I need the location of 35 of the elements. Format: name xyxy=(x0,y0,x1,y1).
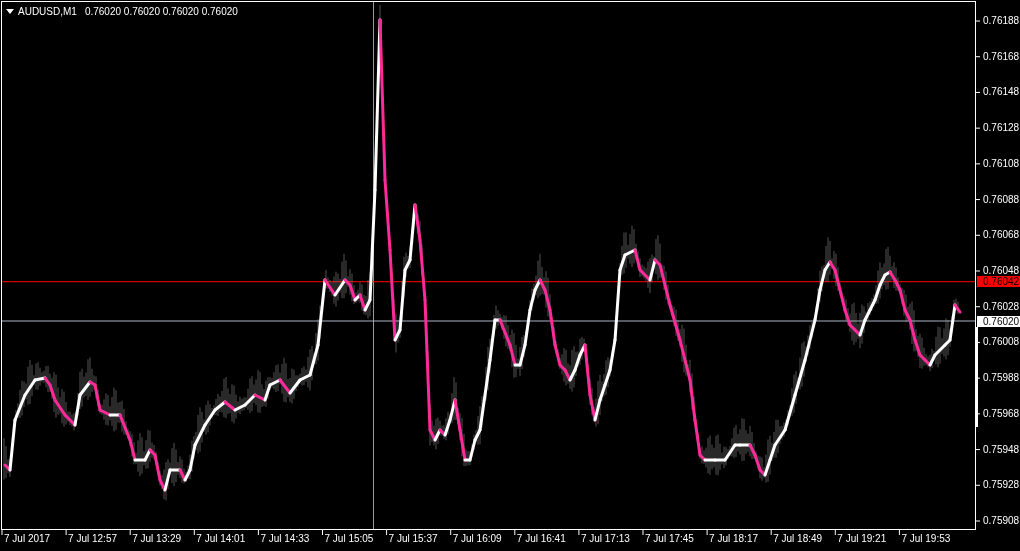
time-label: 7 Jul 17:13 xyxy=(580,534,630,544)
quote-values: 0.76020 0.76020 0.76020 0.76020 xyxy=(84,5,238,19)
time-label: 7 Jul 14:01 xyxy=(196,534,246,544)
price-label: 0.76088 xyxy=(983,194,1020,205)
time-label: 7 Jul 13:29 xyxy=(132,534,182,544)
price-label: 0.76028 xyxy=(983,301,1020,312)
time-label: 7 Jul 17:45 xyxy=(645,534,694,544)
time-label: 7 Jul 18:49 xyxy=(773,534,823,544)
price-label: 0.76048 xyxy=(983,266,1020,276)
price-marker: 0.76042 xyxy=(977,276,1020,288)
price-label: 0.75908 xyxy=(983,516,1020,526)
price-label: 0.75968 xyxy=(983,408,1020,419)
price-marker: 0.76020 xyxy=(977,315,1020,327)
price-label: 0.76188 xyxy=(983,16,1020,26)
time-label: 7 Jul 2017 xyxy=(4,534,51,544)
price-label: 0.76148 xyxy=(983,87,1020,98)
dropdown-triangle-icon[interactable] xyxy=(6,9,14,14)
price-label: 0.76168 xyxy=(983,51,1020,62)
price-label: 0.76128 xyxy=(983,123,1020,134)
price-label: 0.75988 xyxy=(983,373,1020,384)
time-label: 7 Jul 15:05 xyxy=(324,534,374,544)
time-label: 7 Jul 19:21 xyxy=(837,534,887,544)
price-label: 0.76068 xyxy=(983,230,1020,241)
time-label: 7 Jul 15:37 xyxy=(388,534,438,544)
time-label: 7 Jul 12:57 xyxy=(68,534,118,544)
price-label: 0.76108 xyxy=(983,158,1020,169)
price-label: 0.75928 xyxy=(983,480,1020,491)
price-label: 0.76008 xyxy=(983,337,1020,348)
time-label: 7 Jul 16:41 xyxy=(516,534,566,544)
time-label: 7 Jul 19:53 xyxy=(901,534,951,544)
price-label: 0.75948 xyxy=(983,444,1020,455)
time-label: 7 Jul 18:17 xyxy=(709,534,759,544)
time-label: 7 Jul 16:09 xyxy=(452,534,502,544)
time-label: 7 Jul 14:33 xyxy=(260,534,310,544)
symbol-label: AUDUSD,M1 xyxy=(18,5,77,19)
